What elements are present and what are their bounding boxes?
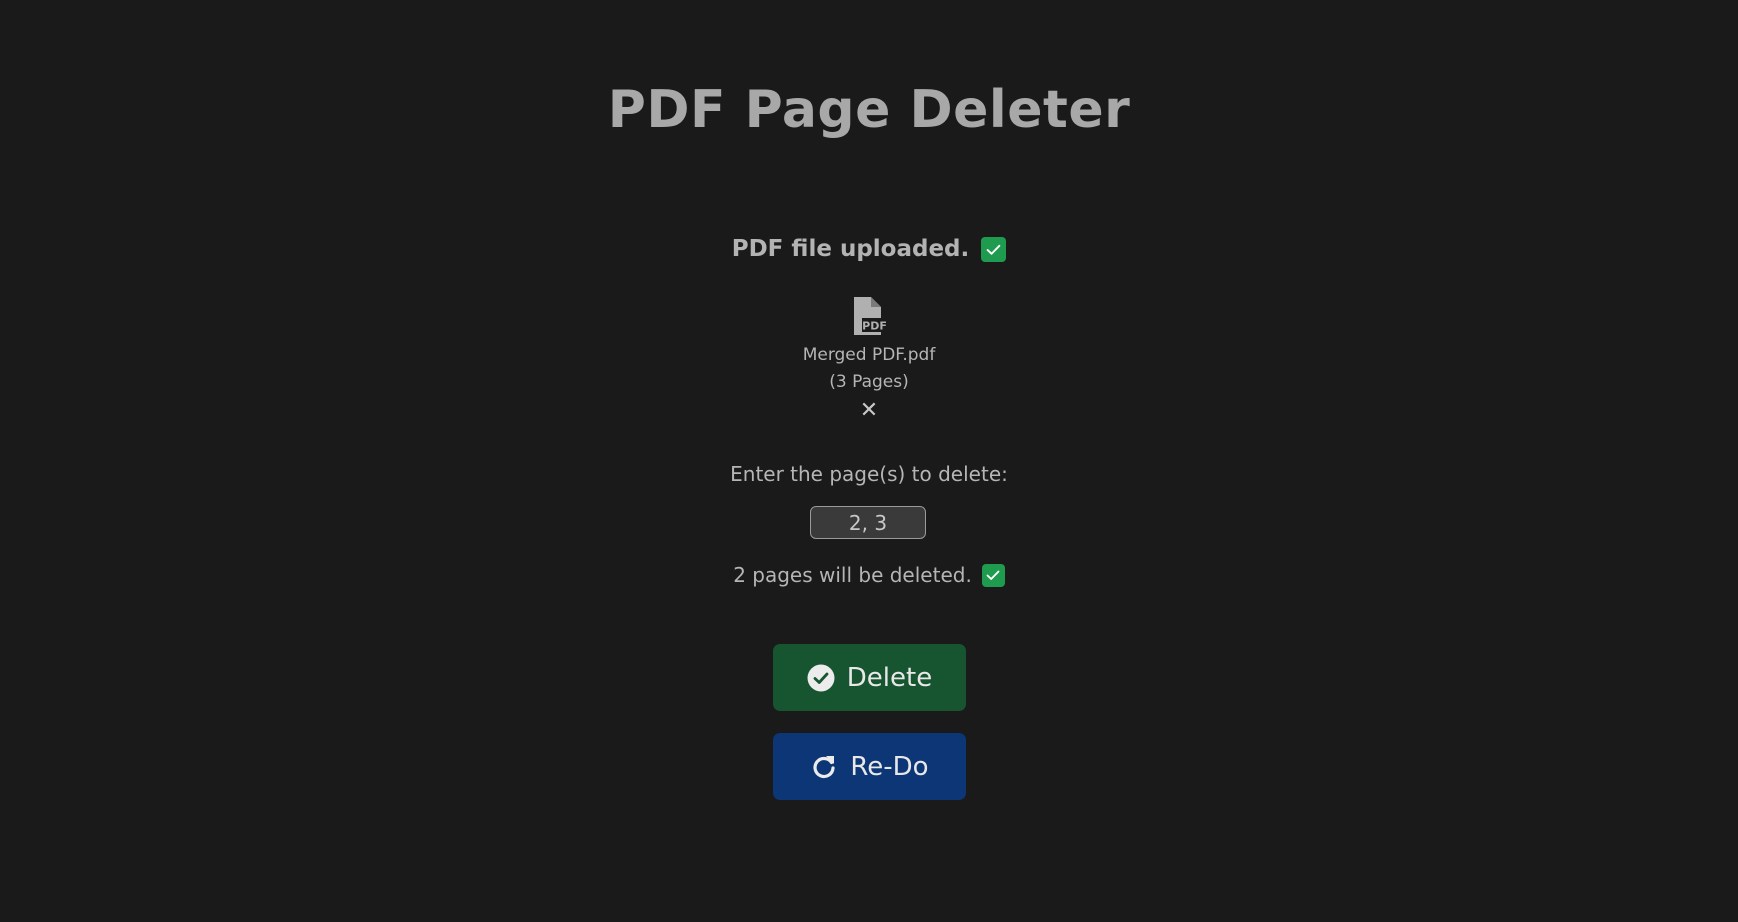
pdf-icon-label: PDF bbox=[862, 320, 887, 333]
pdf-file-icon: PDF bbox=[854, 297, 887, 335]
delete-button[interactable]: Delete bbox=[773, 644, 966, 711]
pages-prompt: Enter the page(s) to delete: bbox=[730, 462, 1008, 486]
check-icon bbox=[981, 563, 1005, 587]
page: PDF Page Deleter PDF file uploaded. PDF … bbox=[0, 0, 1738, 922]
pages-input[interactable] bbox=[810, 506, 926, 539]
file-page-count: (3 Pages) bbox=[829, 372, 909, 392]
redo-button-label: Re-Do bbox=[850, 751, 929, 782]
redo-button[interactable]: Re-Do bbox=[773, 733, 966, 800]
upload-status: PDF file uploaded. bbox=[0, 236, 1738, 262]
check-circle-icon bbox=[807, 664, 835, 691]
check-icon bbox=[981, 236, 1007, 262]
uploaded-file-card: PDF Merged PDF.pdf (3 Pages) ✕ bbox=[0, 296, 1738, 422]
redo-icon bbox=[813, 755, 835, 778]
upload-status-text: PDF file uploaded. bbox=[731, 236, 970, 262]
delete-status-text: 2 pages will be deleted. bbox=[733, 563, 972, 587]
close-icon: ✕ bbox=[859, 398, 879, 423]
delete-status: 2 pages will be deleted. bbox=[0, 563, 1738, 587]
delete-button-label: Delete bbox=[846, 662, 933, 693]
file-name: Merged PDF.pdf bbox=[802, 345, 936, 365]
page-title: PDF Page Deleter bbox=[607, 80, 1131, 140]
remove-file-button[interactable]: ✕ bbox=[860, 400, 878, 422]
